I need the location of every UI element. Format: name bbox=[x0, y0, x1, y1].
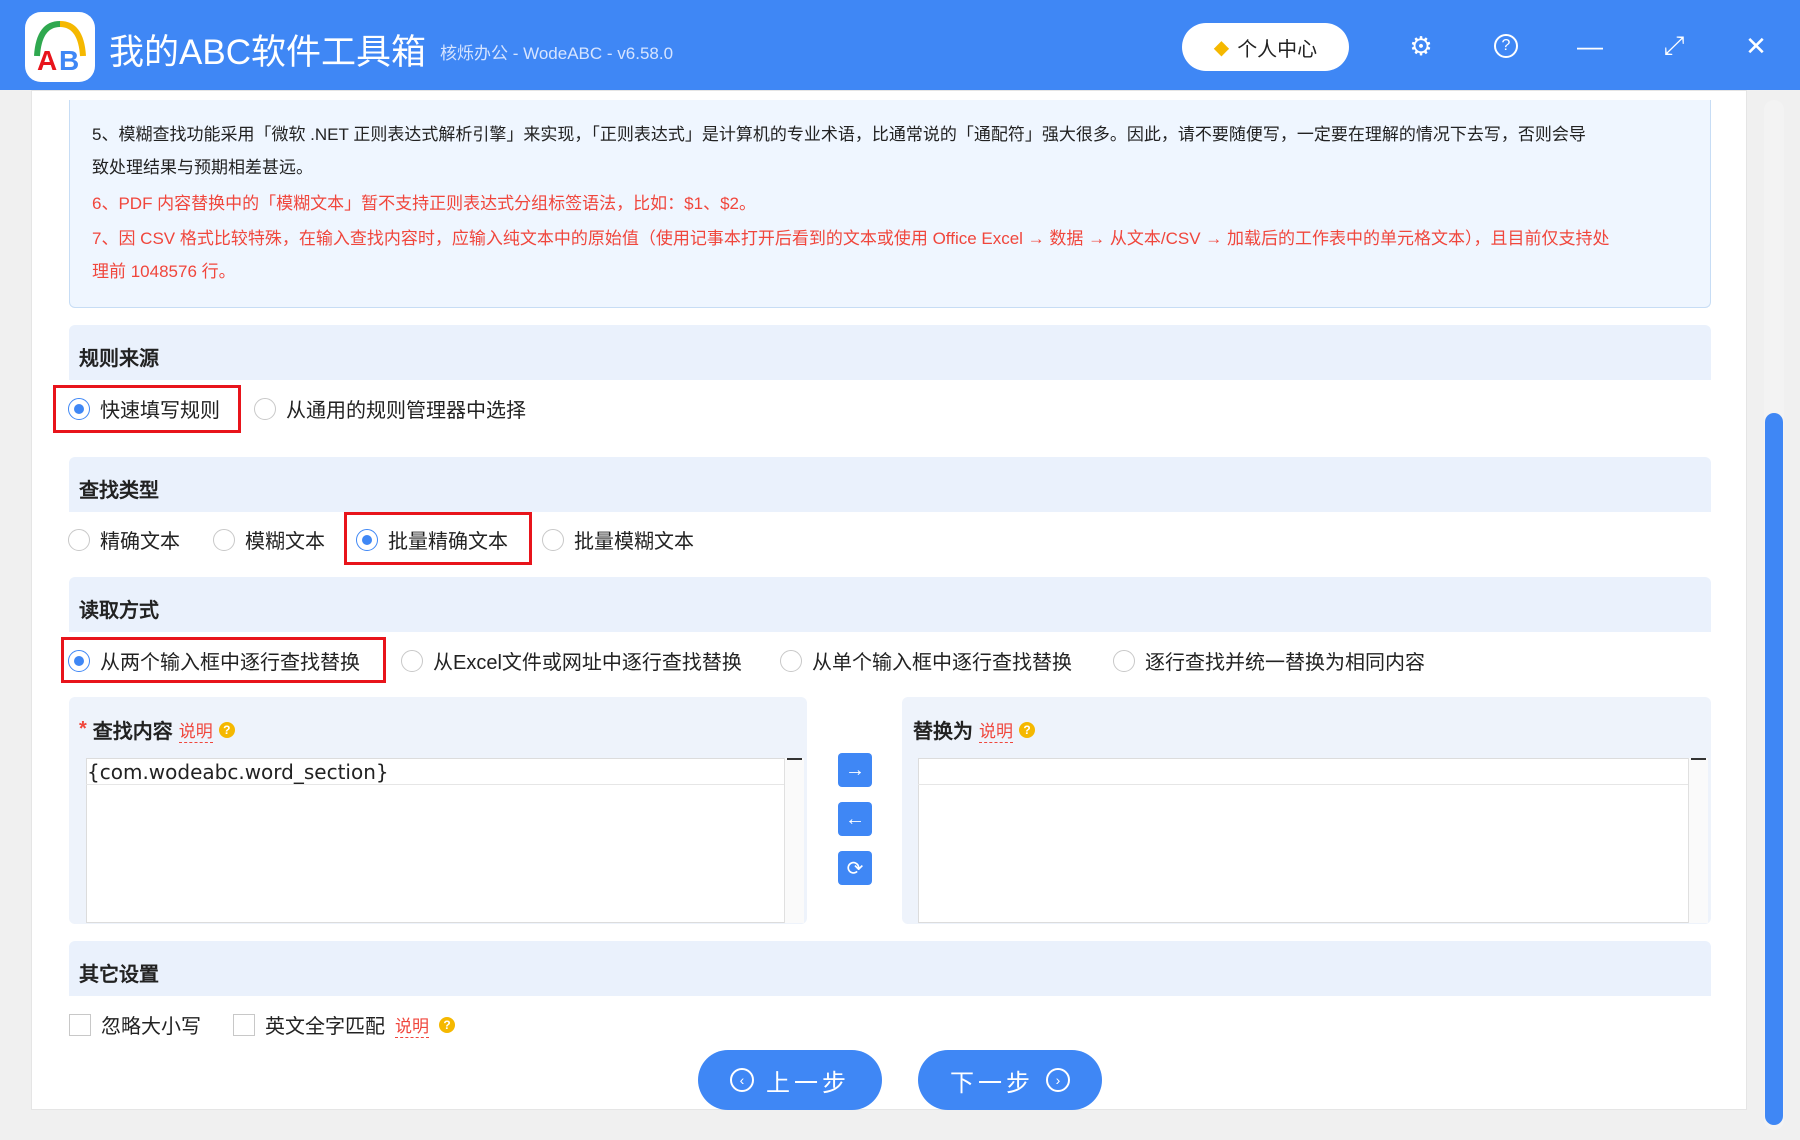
read-mode-title: 读取方式 bbox=[79, 600, 159, 622]
question-icon: ? bbox=[218, 721, 235, 738]
radio-excel-or-url[interactable]: 从Excel文件或网址中逐行查找替换 bbox=[401, 646, 742, 675]
radio-quick-rule[interactable]: 快速填写规则 bbox=[68, 394, 220, 423]
radio-label: 从通用的规则管理器中选择 bbox=[286, 400, 526, 422]
replace-label: 替换为 bbox=[913, 721, 973, 743]
arrow-left-icon: ← bbox=[845, 807, 865, 830]
next-step-label: 下一步 bbox=[950, 1069, 1034, 1097]
chevron-right-icon: › bbox=[1046, 1068, 1070, 1092]
arrow-left-button[interactable]: ← bbox=[838, 802, 872, 836]
info-line: 6、PDF 内容替换中的「模糊文本」暂不支持正则表达式分组标签语法，比如：$1、… bbox=[92, 194, 756, 213]
app-title: 我的ABC软件工具箱 bbox=[109, 33, 426, 72]
app-subtitle: 核烁办公 - WodeABC - v6.58.0 bbox=[440, 44, 674, 63]
question-icon: ? bbox=[439, 1016, 455, 1033]
replace-line[interactable] bbox=[918, 758, 1688, 785]
radio-button[interactable] bbox=[542, 528, 564, 551]
radio-label: 逐行查找并统一替换为相同内容 bbox=[1145, 652, 1425, 674]
radio-label: 精确文本 bbox=[100, 531, 180, 553]
find-label: 查找内容 bbox=[92, 721, 173, 743]
radio-label: 快速填写规则 bbox=[100, 400, 220, 422]
rule-source-header bbox=[69, 325, 1711, 380]
other-settings-header bbox=[69, 941, 1711, 996]
refresh-icon: ⟳ bbox=[846, 857, 864, 880]
maximize-icon[interactable]: ⤢ bbox=[1656, 28, 1692, 64]
radio-label: 从Excel文件或网址中逐行查找替换 bbox=[433, 652, 742, 674]
checkbox-label: 英文全字匹配 bbox=[265, 1016, 385, 1038]
replace-label-row: 替换为 说明? bbox=[913, 715, 1035, 744]
radio-rule-manager[interactable]: 从通用的规则管理器中选择 bbox=[254, 394, 526, 423]
checkbox[interactable] bbox=[69, 1013, 91, 1036]
help-icon[interactable]: ? bbox=[1488, 28, 1524, 64]
info-line: 致处理结果与预期相差甚远。 bbox=[92, 158, 313, 177]
radio-label: 批量模糊文本 bbox=[574, 531, 694, 553]
radio-exact-text[interactable]: 精确文本 bbox=[68, 525, 180, 554]
radio-label: 从两个输入框中逐行查找替换 bbox=[100, 652, 360, 674]
radio-label: 批量精确文本 bbox=[388, 531, 508, 553]
radio-fuzzy-text[interactable]: 模糊文本 bbox=[213, 525, 325, 554]
find-help-link[interactable]: 说明 bbox=[178, 717, 213, 743]
radio-single-input[interactable]: 从单个输入框中逐行查找替换 bbox=[780, 646, 1072, 675]
minimize-icon[interactable]: — bbox=[1572, 28, 1608, 64]
checkbox-label: 忽略大小写 bbox=[101, 1016, 201, 1038]
prev-step-button[interactable]: ‹ 上一步 bbox=[698, 1050, 882, 1110]
required-marker: * bbox=[79, 718, 87, 740]
arrow-right-button[interactable]: → bbox=[838, 753, 872, 787]
find-type-header bbox=[69, 457, 1711, 512]
radio-label: 模糊文本 bbox=[245, 531, 325, 553]
checkbox-ignore-case[interactable]: 忽略大小写 bbox=[69, 1010, 201, 1039]
chevron-left-icon: ‹ bbox=[730, 1068, 754, 1092]
info-line: 5、模糊查找功能采用「微软 .NET 正则表达式解析引擎」来实现，「正则表达式」… bbox=[92, 125, 1586, 144]
radio-button[interactable] bbox=[254, 397, 276, 420]
question-icon: ? bbox=[1019, 721, 1035, 738]
checkbox[interactable] bbox=[233, 1013, 255, 1036]
radio-unified-replace[interactable]: 逐行查找并统一替换为相同内容 bbox=[1113, 646, 1425, 675]
find-type-title: 查找类型 bbox=[79, 480, 159, 502]
info-line: 理前 1048576 行。 bbox=[92, 262, 236, 281]
diamond-icon: ◆ bbox=[1213, 36, 1230, 59]
whole-word-help-link[interactable]: 说明 bbox=[395, 1012, 429, 1038]
prev-step-label: 上一步 bbox=[766, 1069, 850, 1097]
next-step-button[interactable]: 下一步 › bbox=[918, 1050, 1102, 1110]
radio-button[interactable] bbox=[1113, 649, 1135, 672]
find-line[interactable]: {com.wodeabc.word_section} bbox=[86, 758, 784, 785]
radio-button[interactable] bbox=[68, 528, 90, 551]
radio-button[interactable] bbox=[213, 528, 235, 551]
app-logo: AB bbox=[25, 12, 95, 82]
info-line: 7、因 CSV 格式比较特殊，在输入查找内容时，应输入纯文本中的原始值（使用记事… bbox=[92, 229, 1610, 248]
radio-button[interactable] bbox=[68, 397, 90, 420]
radio-button[interactable] bbox=[68, 649, 90, 672]
radio-button[interactable] bbox=[780, 649, 802, 672]
arrow-right-icon: → bbox=[845, 758, 865, 781]
rule-source-title: 规则来源 bbox=[79, 348, 159, 370]
radio-label: 从单个输入框中逐行查找替换 bbox=[812, 652, 1072, 674]
checkbox-whole-word[interactable]: 英文全字匹配 说明? bbox=[233, 1010, 455, 1039]
settings-gear-icon[interactable]: ⚙ bbox=[1403, 28, 1439, 64]
radio-button[interactable] bbox=[356, 528, 378, 551]
radio-batch-fuzzy-text[interactable]: 批量模糊文本 bbox=[542, 525, 694, 554]
svg-text:B: B bbox=[59, 45, 79, 76]
find-scrollbar[interactable] bbox=[784, 758, 804, 923]
user-center-label: 个人中心 bbox=[1237, 38, 1318, 61]
scrollbar-thumb[interactable] bbox=[1765, 413, 1783, 1125]
radio-batch-exact-text[interactable]: 批量精确文本 bbox=[356, 525, 508, 554]
close-icon[interactable]: ✕ bbox=[1738, 28, 1774, 64]
find-label-row: * 查找内容 说明? bbox=[79, 715, 235, 744]
swap-button[interactable]: ⟳ bbox=[838, 851, 872, 885]
replace-scrollbar[interactable] bbox=[1688, 758, 1708, 923]
radio-two-inputs[interactable]: 从两个输入框中逐行查找替换 bbox=[68, 646, 360, 675]
read-mode-header bbox=[69, 577, 1711, 632]
replace-help-link[interactable]: 说明 bbox=[979, 717, 1013, 743]
radio-button[interactable] bbox=[401, 649, 423, 672]
svg-text:A: A bbox=[37, 45, 57, 76]
other-settings-title: 其它设置 bbox=[79, 964, 159, 986]
user-center-button[interactable]: ◆ 个人中心 bbox=[1182, 23, 1349, 71]
